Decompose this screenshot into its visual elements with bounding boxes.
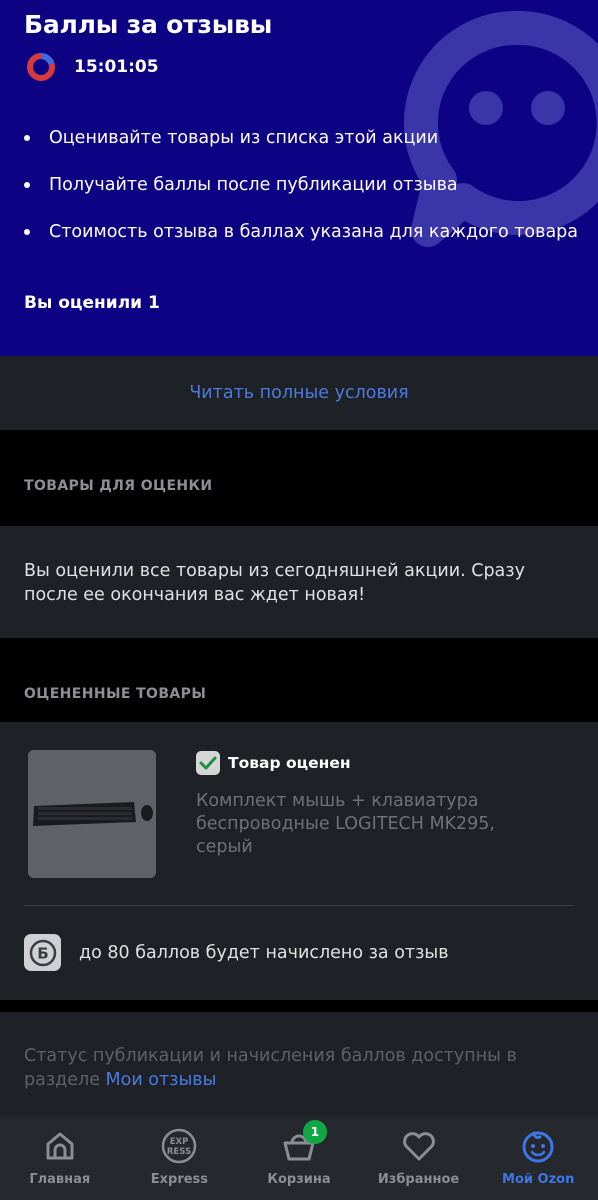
rated-status-label: Товар оценен: [228, 754, 351, 772]
promo-title: Баллы за отзывы: [24, 10, 273, 39]
bonus-info: Б до 80 баллов будет начислено за отзыв: [24, 934, 449, 971]
bonus-points-icon: Б: [24, 934, 61, 971]
nav-label-cart: Корзина: [267, 1172, 331, 1187]
cart-count-badge: 1: [302, 1120, 327, 1144]
promo-banner: Баллы за отзывы 15:01:05 Оценивайте това…: [0, 0, 598, 356]
status-notice-text: Статус публикации и начисления баллов до…: [24, 1044, 564, 1092]
timer-value: 15:01:05: [74, 57, 159, 77]
nav-label-home: Главная: [29, 1172, 91, 1187]
my-reviews-link[interactable]: Мои отзывы: [106, 1070, 217, 1090]
promo-rule-item: Оценивайте товары из списка этой акции: [24, 124, 578, 171]
promo-rules-list: Оценивайте товары из списка этой акции П…: [24, 124, 578, 265]
nav-item-cart[interactable]: 1 Корзина: [239, 1116, 359, 1200]
keyboard-mouse-icon: [28, 750, 156, 878]
basket-icon: 1: [281, 1120, 327, 1164]
rated-status: Товар оценен: [196, 751, 351, 775]
rated-section-header: ОЦЕНЕННЫЕ ТОВАРЫ: [24, 686, 207, 702]
to-rate-section-header: ТОВАРЫ ДЛЯ ОЦЕНКИ: [24, 478, 213, 494]
bonus-icon-letter: Б: [37, 944, 48, 962]
express-icon-text-top: EXP: [170, 1137, 189, 1147]
nav-item-my-ozon[interactable]: Мой Ozon: [478, 1116, 598, 1200]
nav-item-home[interactable]: Главная: [0, 1116, 120, 1200]
nav-label-express: Express: [150, 1172, 209, 1187]
profile-icon: [520, 1128, 556, 1164]
product-name[interactable]: Комплект мышь + клавиатура беспроводные …: [196, 790, 556, 859]
status-notice: Статус публикации и начисления баллов до…: [0, 1012, 598, 1116]
nav-item-express[interactable]: EXP RESS Express: [120, 1116, 240, 1200]
express-icon: EXP RESS: [161, 1128, 197, 1164]
nav-label-my-ozon: Мой Ozon: [502, 1172, 575, 1187]
bonus-text: до 80 баллов будет начислено за отзыв: [79, 942, 449, 963]
rated-product-card[interactable]: Товар оценен Комплект мышь + клавиатура …: [0, 722, 598, 1000]
read-full-conditions-link[interactable]: Читать полные условия: [189, 383, 408, 403]
heart-icon: [401, 1128, 437, 1164]
divider: [24, 905, 574, 906]
nav-item-favorites[interactable]: Избранное: [359, 1116, 479, 1200]
checkmark-icon: [196, 751, 220, 775]
keyboard-mouse-image[interactable]: [28, 750, 156, 878]
timer: 15:01:05: [26, 52, 159, 82]
all-rated-notice: Вы оценили все товары из сегодняшней акц…: [0, 526, 598, 638]
express-icon-text-bottom: RESS: [167, 1147, 191, 1157]
promo-rule-item: Получайте баллы после публикации отзыва: [24, 171, 578, 218]
nav-label-favorites: Избранное: [377, 1172, 460, 1187]
conditions-bar: Читать полные условия: [0, 356, 598, 430]
rated-count: Вы оценили 1: [24, 293, 160, 313]
promo-rule-item: Стоимость отзыва в баллах указана для ка…: [24, 218, 578, 265]
home-icon: [42, 1128, 78, 1164]
status-notice-message: Статус публикации и начисления баллов до…: [24, 1046, 517, 1090]
all-rated-message: Вы оценили все товары из сегодняшней акц…: [24, 561, 525, 605]
timer-ring-icon: [27, 53, 55, 81]
bottom-navigation: Главная EXP RESS Express 1 Корзина Избра…: [0, 1116, 598, 1200]
